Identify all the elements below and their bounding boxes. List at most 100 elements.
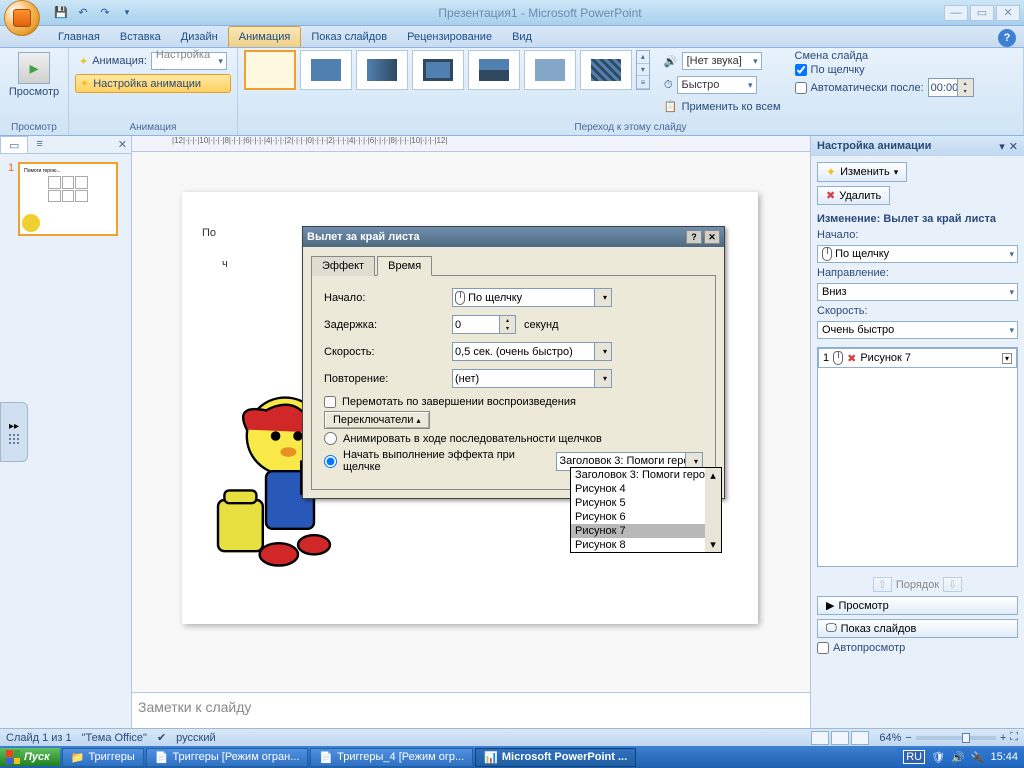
reorder-up-button[interactable]: ⇧ xyxy=(873,577,892,592)
slideshow-button[interactable]: 🖵Показ слайдов xyxy=(817,619,1018,638)
outline-tab[interactable]: ≡ xyxy=(28,136,50,153)
dialog-help-button[interactable]: ? xyxy=(686,230,702,244)
transition-speed[interactable]: ⏱Быстро xyxy=(660,74,785,96)
redo-icon[interactable]: ↷ xyxy=(96,4,114,22)
sorter-view-button[interactable] xyxy=(831,731,849,745)
dropdown-option[interactable]: Рисунок 8 xyxy=(571,538,721,552)
preview-button[interactable]: ▸ Просмотр xyxy=(6,50,62,100)
tab-slideshow[interactable]: Показ слайдов xyxy=(301,27,397,47)
slidepanel-close-icon[interactable]: ✕ xyxy=(114,136,131,153)
transition-item[interactable] xyxy=(468,50,520,90)
tab-timing[interactable]: Время xyxy=(377,256,432,276)
save-icon[interactable]: 💾 xyxy=(52,4,70,22)
tray-icon[interactable]: 🔌 xyxy=(971,751,985,764)
system-tray: RU 🛡 🔊 🔌 15:44 xyxy=(897,748,1024,766)
animation-list-item[interactable]: 1 ✖ Рисунок 7 ▾ xyxy=(818,348,1017,368)
transition-sound[interactable]: 🔊[Нет звука] xyxy=(660,50,785,72)
rewind-checkbox[interactable]: Перемотать по завершении воспроизведения xyxy=(324,396,703,408)
taskbar-item[interactable]: 📁 Триггеры xyxy=(62,748,144,767)
animation-task-pane: Настройка анимации ▾ ✕ ✦Изменить▾ ✖Удали… xyxy=(810,136,1024,728)
dropdown-option[interactable]: Рисунок 5 xyxy=(571,496,721,510)
zoom-out-button[interactable]: − xyxy=(905,732,911,744)
office-button[interactable] xyxy=(4,0,40,36)
slide-indicator: Слайд 1 из 1 xyxy=(6,732,72,744)
direction-label: Направление: xyxy=(817,267,1018,279)
slideshow-view-button[interactable] xyxy=(851,731,869,745)
transition-item[interactable] xyxy=(356,50,408,90)
taskbar-item[interactable]: 📄 Триггеры [Режим огран... xyxy=(146,748,309,767)
delete-effect-button[interactable]: ✖Удалить xyxy=(817,186,890,205)
triggers-button[interactable]: Переключатели ▴ xyxy=(324,411,430,429)
dlg-speed-dropdown[interactable]: 0,5 сек. (очень быстро) xyxy=(452,342,612,361)
gallery-scroll[interactable]: ▴▾≡ xyxy=(636,50,650,90)
zoom-value[interactable]: 64% xyxy=(879,732,901,744)
slides-tab[interactable]: ▭ xyxy=(0,136,28,153)
panel-expand-handle[interactable]: ▸▸ xyxy=(0,402,28,462)
auto-after-checkbox[interactable]: Автоматически после:00:00▴▾ xyxy=(795,78,974,97)
custom-animation-button[interactable]: ✦ Настройка анимации xyxy=(75,74,231,93)
dropdown-option-selected[interactable]: Рисунок 7 xyxy=(571,524,721,538)
change-effect-button[interactable]: ✦Изменить▾ xyxy=(817,162,907,182)
animpane-close-icon[interactable]: ✕ xyxy=(1009,140,1018,153)
start-on-click-radio[interactable]: Начать выполнение эффекта при щелчке Заг… xyxy=(324,449,703,473)
play-preview-button[interactable]: ▶Просмотр xyxy=(817,596,1018,615)
tab-animation[interactable]: Анимация xyxy=(228,26,302,47)
direction-dropdown[interactable]: Вниз xyxy=(817,283,1018,301)
transition-item[interactable] xyxy=(300,50,352,90)
on-click-checkbox[interactable]: По щелчку xyxy=(795,64,974,76)
tab-review[interactable]: Рецензирование xyxy=(397,27,502,47)
start-dropdown[interactable]: По щелчку xyxy=(817,245,1018,263)
dropdown-option[interactable]: Рисунок 6 xyxy=(571,510,721,524)
zoom-in-button[interactable]: + xyxy=(1000,732,1006,744)
dropdown-scrollbar[interactable]: ▴▾ xyxy=(705,468,721,552)
dlg-delay-spinner[interactable]: 0▴▾ xyxy=(452,315,516,334)
tab-design[interactable]: Дизайн xyxy=(171,27,228,47)
transition-item[interactable] xyxy=(412,50,464,90)
zoom-slider[interactable] xyxy=(916,736,996,740)
tab-effect-options[interactable]: Эффект xyxy=(311,256,375,276)
start-button[interactable]: Пуск xyxy=(0,748,60,766)
language-indicator[interactable]: русский xyxy=(176,732,215,744)
tab-insert[interactable]: Вставка xyxy=(110,27,171,47)
normal-view-button[interactable] xyxy=(811,731,829,745)
autopreview-checkbox[interactable]: Автопросмотр xyxy=(817,642,1018,654)
trigger-dropdown-list[interactable]: Заголовок 3: Помоги геро Рисунок 4 Рисун… xyxy=(570,467,722,553)
start-label: Начало: xyxy=(817,229,1018,241)
qat-dropdown-icon[interactable]: ▾ xyxy=(118,4,136,22)
slide-thumbnail[interactable]: Помоги герою... xyxy=(18,162,118,236)
tab-home[interactable]: Главная xyxy=(48,27,110,47)
undo-icon[interactable]: ↶ xyxy=(74,4,92,22)
transition-item[interactable] xyxy=(580,50,632,90)
animate-sequence-radio[interactable]: Анимировать в ходе последовательности ще… xyxy=(324,432,703,445)
notes-pane[interactable]: Заметки к слайду xyxy=(132,692,810,728)
language-bar[interactable]: RU xyxy=(903,750,925,764)
dropdown-option[interactable]: Рисунок 4 xyxy=(571,482,721,496)
fit-to-window-button[interactable]: ⛶ xyxy=(1010,731,1018,744)
tray-icon[interactable]: 🛡 xyxy=(931,751,945,764)
dialog-titlebar[interactable]: Вылет за край листа ? ✕ xyxy=(303,227,724,247)
speed-dropdown[interactable]: Очень быстро xyxy=(817,321,1018,339)
transition-item[interactable] xyxy=(524,50,576,90)
animpane-dropdown-icon[interactable]: ▾ xyxy=(999,140,1005,153)
dialog-close-button[interactable]: ✕ xyxy=(704,230,720,244)
maximize-button[interactable]: ▭ xyxy=(970,5,994,21)
animation-list[interactable]: 1 ✖ Рисунок 7 ▾ xyxy=(817,347,1018,567)
spellcheck-icon[interactable]: ✔ xyxy=(157,731,166,744)
tray-icon[interactable]: 🔊 xyxy=(951,751,965,764)
windows-taskbar: Пуск 📁 Триггеры 📄 Триггеры [Режим огран.… xyxy=(0,746,1024,768)
dlg-start-dropdown[interactable]: По щелчку xyxy=(452,288,612,307)
reorder-down-button[interactable]: ⇩ xyxy=(943,577,962,592)
minimize-button[interactable]: — xyxy=(944,5,968,21)
apply-to-all-button[interactable]: 📋Применить ко всем xyxy=(660,98,785,115)
help-button[interactable]: ? xyxy=(998,29,1016,47)
dropdown-option[interactable]: Заголовок 3: Помоги геро xyxy=(571,468,721,482)
animation-dropdown[interactable]: ✦ Анимация: Настройка ... xyxy=(75,50,231,72)
preview-icon: ▸ xyxy=(18,52,50,84)
close-button[interactable]: ✕ xyxy=(996,5,1020,21)
clock[interactable]: 15:44 xyxy=(990,751,1018,763)
transition-none[interactable] xyxy=(244,50,296,90)
taskbar-item-active[interactable]: 📊 Microsoft PowerPoint ... xyxy=(475,748,636,767)
tab-view[interactable]: Вид xyxy=(502,27,542,47)
dlg-repeat-dropdown[interactable]: (нет) xyxy=(452,369,612,388)
taskbar-item[interactable]: 📄 Триггеры_4 [Режим огр... xyxy=(310,748,473,767)
